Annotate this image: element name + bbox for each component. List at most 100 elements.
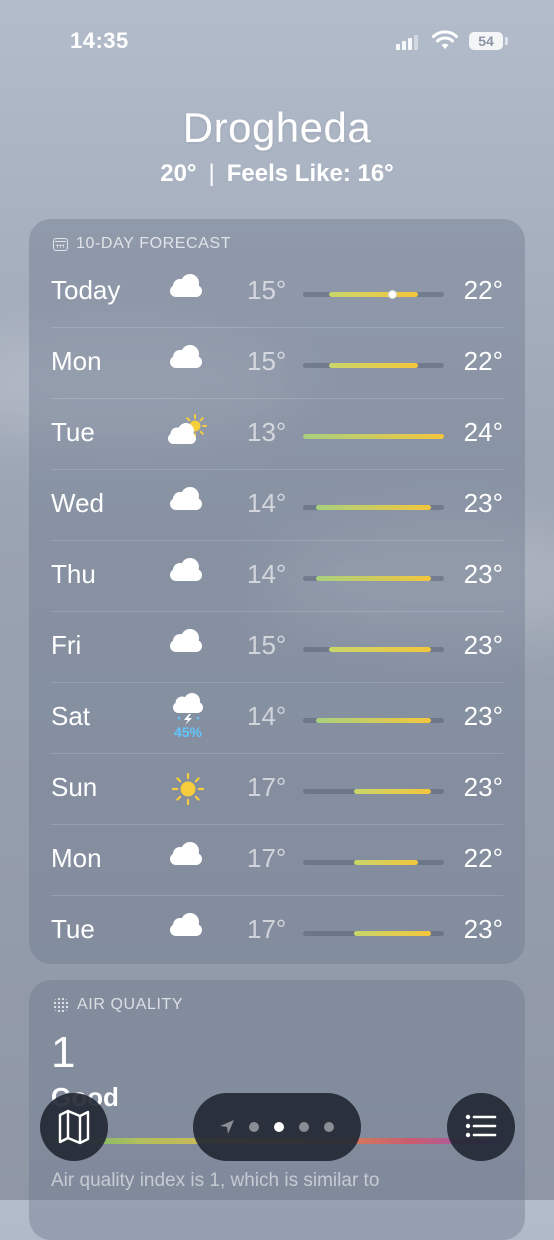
high-temperature: 22° — [463, 346, 503, 376]
high-temperature: 23° — [463, 772, 503, 802]
temperature-range-fill — [328, 363, 419, 368]
temperature-range-fill — [354, 931, 432, 936]
air-quality-title-label: AIR QUALITY — [77, 996, 184, 1013]
cloud-icon — [165, 622, 211, 672]
temperature-range-fill — [328, 647, 432, 652]
status-time: 14:35 — [70, 28, 129, 53]
cloud-icon — [165, 835, 211, 885]
cloud-icon — [165, 267, 211, 317]
low-temperature: 14° — [247, 559, 287, 589]
forecast-day: Fri — [51, 630, 82, 660]
forecast-day: Mon — [51, 346, 102, 376]
forecast-row[interactable]: Mon 15° 22° — [29, 328, 525, 399]
forecast-day: Tue — [51, 914, 95, 944]
high-temperature: 23° — [463, 914, 503, 944]
low-temperature: 17° — [247, 772, 287, 802]
temperature-range-fill — [328, 292, 419, 297]
high-temperature: 22° — [463, 275, 503, 305]
map-icon — [58, 1109, 90, 1145]
wifi-icon — [432, 30, 458, 49]
page-dot[interactable] — [249, 1122, 259, 1132]
cellular-signal-icon — [396, 34, 418, 50]
low-temperature: 15° — [247, 346, 287, 376]
temperature-range-bar — [303, 576, 444, 581]
temperature-range-bar — [303, 505, 444, 510]
high-temperature: 23° — [463, 488, 503, 518]
sun-icon — [165, 764, 211, 814]
forecast-row[interactable]: Sat 45% 14° 23° — [29, 683, 525, 754]
forecast-card[interactable]: 10-DAY FORECAST Today 15° 22° Mon 15° 22° Tue 1… — [29, 219, 525, 964]
partly-sunny-icon — [165, 409, 211, 459]
temperature-range-bar — [303, 860, 444, 865]
forecast-title: 10-DAY FORECAST — [53, 235, 231, 253]
location-arrow-icon — [220, 1120, 234, 1134]
forecast-row[interactable]: Fri 15° 23° — [29, 612, 525, 683]
list-icon — [465, 1114, 497, 1138]
forecast-row[interactable]: Thu 14° 23° — [29, 541, 525, 612]
temperature-range-fill — [303, 434, 444, 439]
page-dot[interactable] — [274, 1122, 284, 1132]
high-temperature: 23° — [463, 630, 503, 660]
forecast-day: Mon — [51, 843, 102, 873]
high-temperature: 24° — [463, 417, 503, 447]
current-temperature: 20° — [160, 160, 197, 187]
cloud-icon — [165, 338, 211, 388]
battery-tip — [505, 37, 508, 45]
temperature-range-bar — [303, 363, 444, 368]
forecast-day: Today — [51, 275, 121, 305]
temperature-range-bar — [303, 647, 444, 652]
low-temperature: 14° — [247, 701, 287, 731]
calendar-icon — [53, 237, 68, 251]
precipitation-chance: 45% — [173, 724, 203, 740]
status-bar: 14:35 54 — [0, 0, 554, 80]
high-temperature: 23° — [463, 559, 503, 589]
forecast-row[interactable]: Tue 13° 24° — [29, 399, 525, 470]
temperature-range-fill — [315, 505, 432, 510]
page-dot[interactable] — [324, 1122, 334, 1132]
current-temperature-marker — [388, 290, 398, 299]
forecast-day: Sun — [51, 772, 98, 802]
low-temperature: 17° — [247, 914, 287, 944]
city-list-button[interactable] — [447, 1093, 515, 1161]
temperature-range-bar — [303, 290, 444, 299]
air-quality-title: AIR QUALITY — [53, 996, 183, 1014]
thunderstorm-icon: 45% — [165, 693, 211, 743]
forecast-row[interactable]: Wed 14° 23° — [29, 470, 525, 541]
city-name: Drogheda — [182, 104, 372, 151]
air-quality-description: Air quality index is 1, which is similar… — [51, 1170, 380, 1191]
cloud-icon — [165, 480, 211, 530]
forecast-day: Tue — [51, 417, 95, 447]
high-temperature: 23° — [463, 701, 503, 731]
page-dot[interactable] — [299, 1122, 309, 1132]
air-quality-icon — [53, 997, 69, 1013]
map-button[interactable] — [40, 1093, 108, 1161]
temperature-range-fill — [354, 860, 419, 865]
current-conditions: 20° | Feels Like: 16° — [160, 160, 394, 187]
forecast-row[interactable]: Today 15° 22° — [29, 257, 525, 328]
forecast-day: Thu — [51, 559, 96, 589]
cloud-icon — [165, 551, 211, 601]
temperature-range-bar — [303, 931, 444, 936]
forecast-row[interactable]: Tue 17° 23° — [29, 896, 525, 967]
low-temperature: 15° — [247, 275, 287, 305]
forecast-day: Wed — [51, 488, 104, 518]
low-temperature: 15° — [247, 630, 287, 660]
temperature-range-fill — [315, 576, 432, 581]
cloud-icon — [165, 906, 211, 956]
forecast-row[interactable]: Mon 17° 22° — [29, 825, 525, 896]
feels-like: Feels Like: 16° — [226, 160, 394, 187]
forecast-day: Sat — [51, 701, 91, 731]
temperature-range-fill — [315, 718, 432, 723]
low-temperature: 14° — [247, 488, 287, 518]
temperature-range-bar — [303, 434, 444, 439]
forecast-row[interactable]: Sun 17° 23° — [29, 754, 525, 825]
forecast-title-label: 10-DAY FORECAST — [76, 235, 232, 252]
air-quality-value: 1 — [51, 1028, 76, 1077]
page-indicator[interactable] — [193, 1093, 361, 1161]
low-temperature: 17° — [247, 843, 287, 873]
low-temperature: 13° — [247, 417, 287, 447]
temperature-range-bar — [303, 789, 444, 794]
high-temperature: 22° — [463, 843, 503, 873]
temperature-range-fill — [354, 789, 432, 794]
temperature-range-bar — [303, 718, 444, 723]
